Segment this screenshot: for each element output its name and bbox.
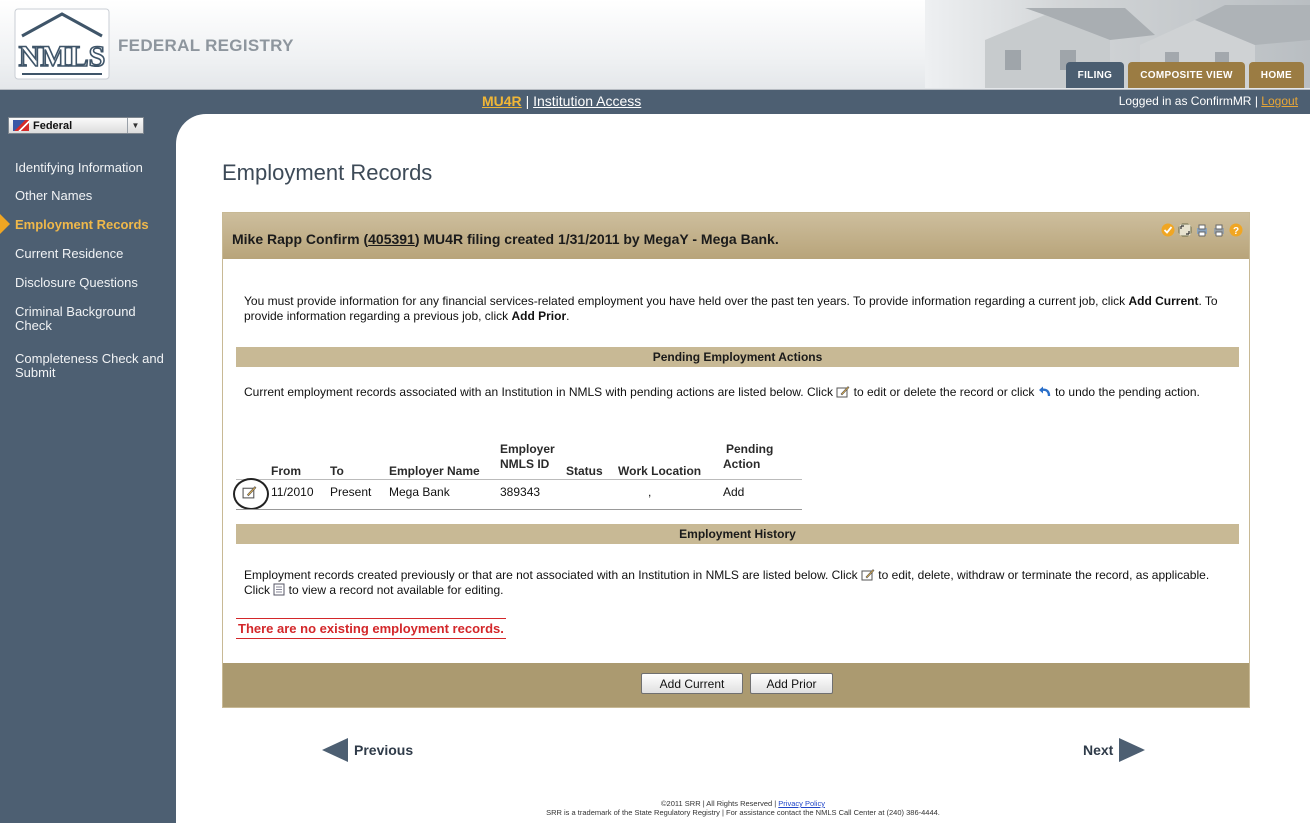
col-header-from: From <box>271 464 301 478</box>
institution-access-link[interactable]: Institution Access <box>533 93 641 109</box>
table-divider <box>236 479 802 480</box>
table-bottom-divider <box>236 509 802 510</box>
cell-to: Present <box>330 485 372 499</box>
next-button[interactable]: Next <box>1083 738 1146 762</box>
page-footer: ©2011 SRR | All Rights Reserved | Privac… <box>176 799 1310 817</box>
copyright-text: ©2011 SRR | All Rights Reserved | <box>661 799 779 808</box>
cell-pending-action: Add <box>723 485 745 499</box>
print-all-icon[interactable] <box>1212 223 1226 237</box>
history-text-1: Employment records created previously or… <box>244 568 861 582</box>
breadcrumb: MU4R | Institution Access <box>482 93 641 109</box>
col-header-pending-action: Pending Action <box>723 442 773 471</box>
pending-text-2: to edit or delete the record or click <box>850 385 1038 399</box>
header: NMLS FEDERAL REGISTRY FILING COMPOSITE V… <box>0 0 1310 90</box>
arrow-left-icon <box>322 738 348 762</box>
breadcrumb-separator: | <box>525 93 530 109</box>
employment-panel: Mike Rapp Confirm (405391) MU4R filing c… <box>222 212 1250 708</box>
sidebar-item-criminal-background-check[interactable]: Criminal Background Check <box>15 305 165 333</box>
intro-text: You must provide information for any fin… <box>244 294 1234 324</box>
expand-icon[interactable] <box>1178 223 1192 237</box>
arrow-right-icon <box>1119 738 1146 762</box>
col-header-to: To <box>330 464 344 478</box>
filing-code-link[interactable]: MU4R <box>482 93 522 109</box>
help-icon[interactable]: ? <box>1229 223 1243 237</box>
top-tabs: FILING COMPOSITE VIEW HOME <box>1065 62 1304 88</box>
sidebar-item-current-residence[interactable]: Current Residence <box>15 247 175 261</box>
intro-text-1: You must provide information for any fin… <box>244 294 1129 308</box>
highlight-circle <box>233 478 269 510</box>
edit-icon <box>861 569 875 581</box>
cell-work-location: , <box>648 485 652 499</box>
col-header-pending-line2: Action <box>723 457 761 471</box>
registry-select-value: Federal <box>33 119 73 132</box>
sidebar-item-identifying-information[interactable]: Identifying Information <box>15 161 175 175</box>
add-current-button[interactable]: Add Current <box>641 673 743 694</box>
tab-home[interactable]: HOME <box>1248 62 1304 88</box>
nmls-logo[interactable]: NMLS <box>14 8 110 80</box>
sidebar-item-employment-records[interactable]: Employment Records <box>15 218 175 232</box>
col-header-nmls-id-line2: NMLS ID <box>500 457 550 471</box>
us-flag-icon <box>13 120 29 131</box>
pending-text-3: to undo the pending action. <box>1051 385 1200 399</box>
cell-from: 11/2010 <box>271 485 314 499</box>
user-separator: | <box>1254 94 1258 108</box>
cell-nmls-id: 389343 <box>500 485 541 499</box>
footer-line-1: ©2011 SRR | All Rights Reserved | Privac… <box>176 799 1310 808</box>
check-icon[interactable] <box>1161 223 1175 237</box>
registry-select[interactable]: Federal ▼ <box>8 117 144 134</box>
view-record-icon <box>273 583 285 596</box>
next-label: Next <box>1083 742 1114 758</box>
intro-add-prior: Add Prior <box>511 309 567 323</box>
page-title: Employment Records <box>222 160 433 185</box>
history-text-3: to view a record not available for editi… <box>285 583 504 597</box>
nmls-number-link[interactable]: 405391 <box>368 231 415 247</box>
tab-composite-view[interactable]: COMPOSITE VIEW <box>1128 62 1245 88</box>
footer-line-2: SRR is a trademark of the State Regulato… <box>546 808 940 817</box>
add-prior-button[interactable]: Add Prior <box>750 673 833 694</box>
pending-text: Current employment records associated wi… <box>244 385 1234 400</box>
tab-filing[interactable]: FILING <box>1065 62 1125 88</box>
col-header-work-location: Work Location <box>618 464 702 478</box>
privacy-policy-link[interactable]: Privacy Policy <box>778 799 825 808</box>
pending-actions-header: Pending Employment Actions <box>236 347 1239 367</box>
sidebar-item-completeness-check[interactable]: Completeness Check and Submit <box>15 352 165 380</box>
svg-text:NMLS: NMLS <box>19 40 106 73</box>
cell-employer-name: Mega Bank <box>389 485 450 499</box>
svg-text:?: ? <box>1233 226 1239 237</box>
user-info: Logged in as ConfirmMR | Logout <box>1119 94 1298 108</box>
sidebar-corner <box>176 114 206 144</box>
panel-footer: Add Current Add Prior <box>223 663 1249 707</box>
logout-link[interactable]: Logout <box>1261 94 1298 108</box>
panel-tools: ? <box>1161 223 1243 237</box>
filing-summary-suffix: ) MU4R filing created 1/31/2011 by MegaY… <box>414 231 779 247</box>
employment-history-header: Employment History <box>236 524 1239 544</box>
col-header-status: Status <box>566 464 603 478</box>
undo-icon <box>1038 386 1050 397</box>
history-text: Employment records created previously or… <box>244 568 1234 598</box>
intro-add-current: Add Current <box>1128 294 1199 308</box>
active-item-arrow-icon <box>0 214 10 234</box>
edit-icon <box>836 386 850 398</box>
filing-summary-prefix: Mike Rapp Confirm ( <box>232 231 369 247</box>
panel-header: Mike Rapp Confirm (405391) MU4R filing c… <box>223 213 1249 259</box>
intro-text-3: . <box>566 309 570 323</box>
previous-label: Previous <box>354 742 414 758</box>
no-records-message: There are no existing employment records… <box>236 618 506 639</box>
col-header-nmls-id-line1: Employer <box>500 442 555 456</box>
previous-button[interactable]: Previous <box>322 738 413 762</box>
chevron-down-icon[interactable]: ▼ <box>127 118 143 133</box>
nav-bar: MU4R | Institution Access Logged in as C… <box>0 90 1310 114</box>
col-header-nmls-id: Employer NMLS ID <box>500 442 555 471</box>
sidebar-item-other-names[interactable]: Other Names <box>15 189 175 203</box>
filing-summary: Mike Rapp Confirm (405391) MU4R filing c… <box>232 231 779 247</box>
brand-title: FEDERAL REGISTRY <box>118 36 294 55</box>
print-icon[interactable] <box>1195 223 1209 237</box>
col-header-pending-line1: Pending <box>726 442 774 456</box>
col-header-employer-name: Employer Name <box>389 464 480 478</box>
sidebar-item-disclosure-questions[interactable]: Disclosure Questions <box>15 276 175 290</box>
pending-text-1: Current employment records associated wi… <box>244 385 837 399</box>
logged-in-text: Logged in as ConfirmMR <box>1118 94 1252 108</box>
